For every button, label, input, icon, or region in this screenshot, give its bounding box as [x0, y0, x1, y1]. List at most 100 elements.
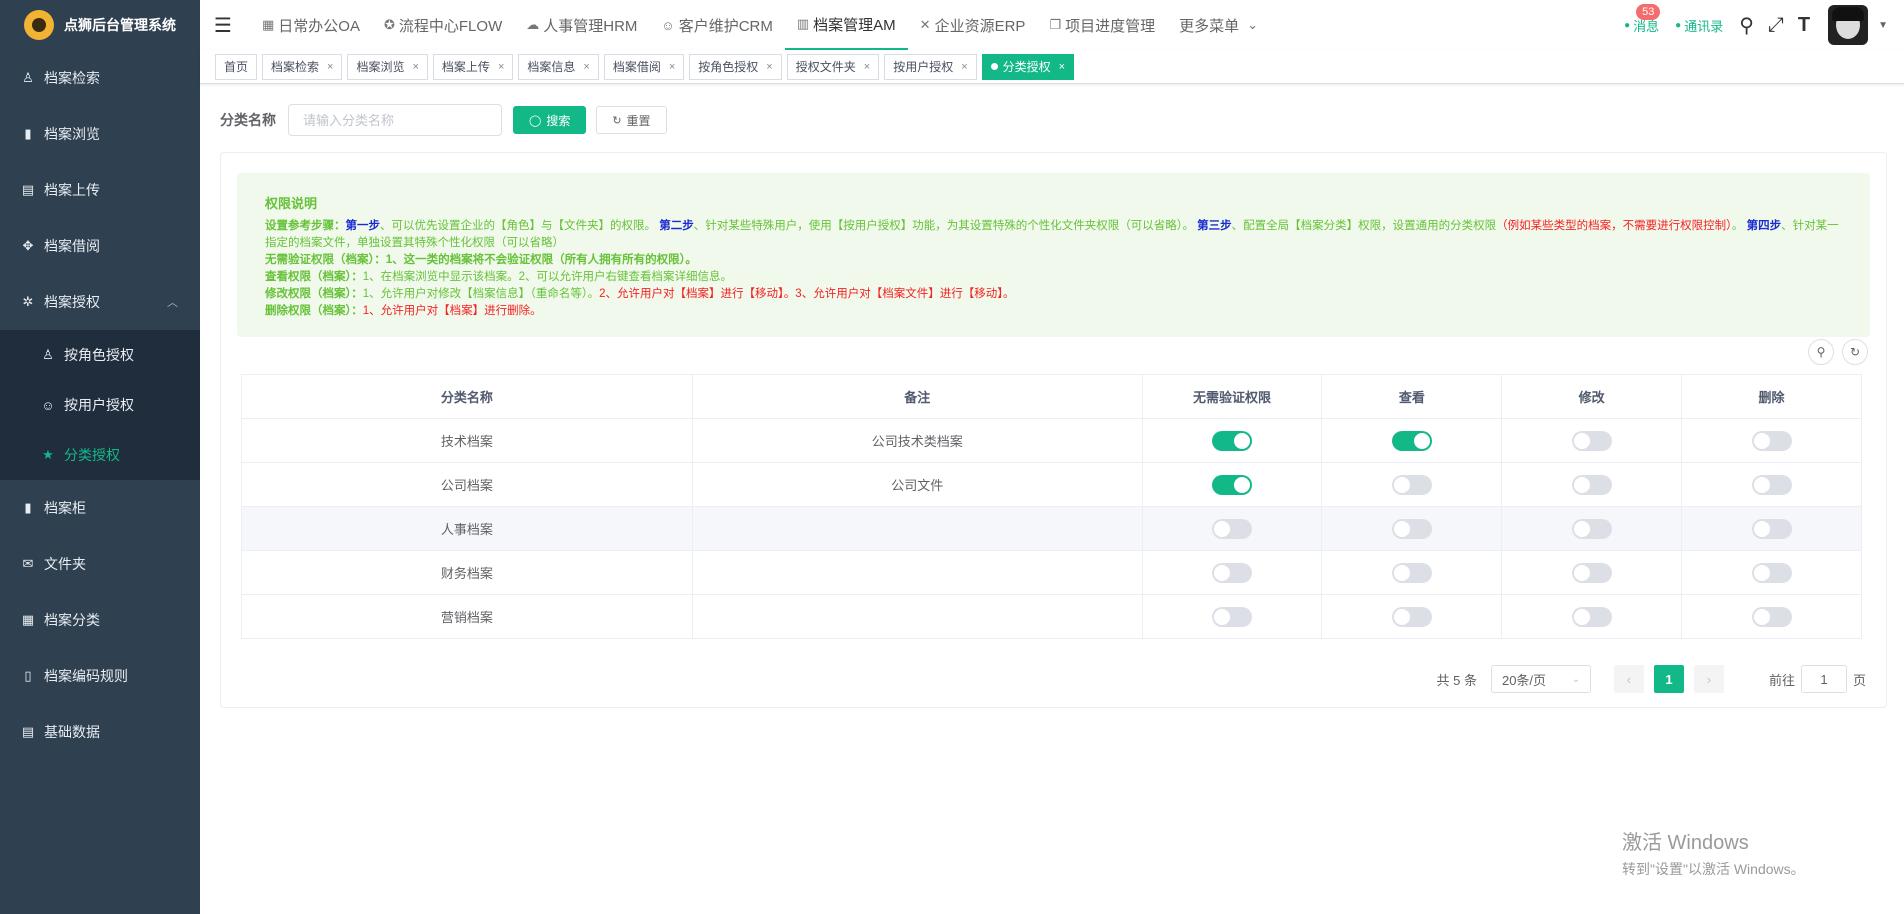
close-icon[interactable]: × [1059, 61, 1065, 73]
reset-button[interactable]: ↻ 重置 [596, 106, 667, 134]
delete-switch[interactable] [1751, 474, 1792, 495]
sidebar-item[interactable]: ✲ 档案授权 ︿ [0, 274, 200, 330]
tag-item[interactable]: 档案借阅 × [603, 53, 685, 80]
category-name-cell: 公司档案 [241, 462, 693, 507]
view-switch[interactable] [1391, 518, 1432, 539]
goto-page-input[interactable] [1800, 665, 1847, 693]
top-nav-item[interactable]: ▥ 档案管理AM [784, 0, 908, 50]
top-nav-item[interactable]: ✕ 企业资源ERP [908, 0, 1038, 50]
search-icon[interactable]: ⚲ [1739, 13, 1754, 38]
category-name-input[interactable] [288, 104, 502, 136]
switch-cell [1141, 418, 1323, 463]
messages-link[interactable]: ● 消息 53 [1624, 3, 1661, 35]
tag-item[interactable]: 分类授权 × [981, 53, 1075, 80]
contacts-link[interactable]: ● 通讯录 [1675, 16, 1723, 35]
no-auth-switch[interactable] [1211, 606, 1252, 627]
edit-switch[interactable] [1571, 474, 1612, 495]
close-icon[interactable]: × [412, 61, 418, 73]
tag-item[interactable]: 按用户授权 × [884, 53, 977, 80]
page-size-select[interactable]: 20条/页 ⌄ [1490, 665, 1591, 693]
delete-switch[interactable] [1751, 430, 1792, 451]
sidebar-item[interactable]: ▮ 档案浏览 [0, 106, 200, 162]
tag-item[interactable]: 按角色授权 × [689, 53, 782, 80]
hamburger-toggle-icon[interactable]: ☰ [214, 13, 240, 38]
view-switch[interactable] [1391, 562, 1432, 583]
edit-switch[interactable] [1571, 606, 1612, 627]
prev-page-button[interactable]: ‹ [1613, 665, 1644, 693]
sidebar: 点狮后台管理系统 ♙ 档案检索 ▮ 档案浏览 ▤ 档案上传 ✥ 档案借阅 ✲ 档案授权 ︿ ♙ 按角色授… [0, 0, 200, 914]
top-nav-label: 企业资源ERP [934, 17, 1026, 35]
next-page-button[interactable]: › [1693, 665, 1724, 693]
category-name-cell: 技术档案 [241, 418, 693, 463]
chevron-down-icon: ⌄ [1247, 17, 1259, 32]
top-nav-item[interactable]: ✪ 流程中心FLOW [372, 0, 514, 50]
sidebar-item[interactable]: ♙ 档案检索 [0, 50, 200, 106]
sidebar-item-label: 档案授权 [44, 294, 100, 310]
page-number-current[interactable]: 1 [1653, 665, 1684, 693]
search-icon: ◯ [529, 114, 542, 127]
tag-item[interactable]: 档案检索 × [262, 53, 343, 80]
no-auth-switch[interactable] [1211, 562, 1252, 583]
no-auth-switch[interactable] [1211, 518, 1252, 539]
top-nav-item[interactable]: 更多菜单 ⌄ [1167, 0, 1274, 50]
close-icon[interactable]: × [498, 61, 504, 73]
sidebar-subitem[interactable]: ★ 分类授权 [0, 430, 200, 480]
no-auth-switch[interactable] [1211, 430, 1252, 451]
tag-item[interactable]: 授权文件夹 × [786, 53, 880, 80]
sidebar-item[interactable]: ✉ 文件夹 [0, 536, 200, 592]
top-nav-item[interactable]: ❐ 项目进度管理 [1037, 0, 1167, 50]
tag-label: 档案信息 [527, 60, 576, 74]
tag-item[interactable]: 档案浏览 × [347, 53, 428, 80]
move-icon: ✥ [22, 238, 34, 253]
table-body: 技术档案 公司技术类档案 公司档案 公司文件 人事档案 财务档案 营销档案 [241, 418, 1862, 639]
edit-switch[interactable] [1571, 562, 1612, 583]
sidebar-item[interactable]: ▯ 档案编码规则 [0, 648, 200, 704]
top-nav-item[interactable]: ☁ 人事管理HRM [514, 0, 649, 50]
no-auth-switch[interactable] [1211, 474, 1252, 495]
top-nav-item[interactable]: ☺ 客户维护CRM [649, 0, 784, 50]
top-nav-item[interactable]: ▦ 日常办公OA [250, 0, 372, 50]
edit-switch[interactable] [1571, 518, 1612, 539]
sidebar-subitem[interactable]: ☺ 按用户授权 [0, 380, 200, 430]
close-icon[interactable]: × [766, 61, 772, 73]
person-icon: ♙ [22, 70, 34, 85]
tag-item[interactable]: 首页 [215, 53, 258, 80]
view-switch[interactable] [1391, 474, 1432, 495]
sidebar-item[interactable]: ▤ 基础数据 [0, 704, 200, 760]
close-icon[interactable]: × [669, 61, 675, 73]
refresh-icon[interactable]: ↻ [1842, 339, 1868, 365]
notice-delete-head: 删除权限（档案）： [265, 305, 363, 317]
app-logo[interactable]: 点狮后台管理系统 [0, 0, 200, 50]
notice-title: 权限说明 [265, 196, 318, 211]
search-button[interactable]: ◯ 搜索 [513, 106, 587, 134]
category-name-cell: 营销档案 [241, 594, 693, 639]
close-icon[interactable]: × [583, 61, 589, 73]
sidebar-item[interactable]: ▦ 档案分类 [0, 592, 200, 648]
font-size-icon[interactable]: T [1798, 14, 1810, 37]
contacts-label: 通讯录 [1684, 18, 1724, 34]
close-icon[interactable]: × [961, 61, 967, 73]
tag-item[interactable]: 档案上传 × [432, 53, 514, 80]
delete-switch[interactable] [1751, 562, 1792, 583]
close-icon[interactable]: × [327, 61, 333, 73]
delete-switch[interactable] [1751, 518, 1792, 539]
fullscreen-icon[interactable]: ⤢ [1768, 14, 1784, 37]
tag-item[interactable]: 档案信息 × [518, 53, 599, 80]
toggle-search-icon[interactable]: ⚲ [1808, 339, 1834, 365]
sidebar-item-label: 档案上传 [44, 182, 100, 198]
view-switch[interactable] [1391, 606, 1432, 627]
delete-switch[interactable] [1751, 606, 1792, 627]
edit-switch[interactable] [1571, 430, 1612, 451]
sidebar-item-label: 文件夹 [44, 556, 86, 572]
close-icon[interactable]: × [864, 61, 870, 73]
switch-cell [1141, 594, 1323, 639]
sidebar-item[interactable]: ▮ 档案柜 [0, 480, 200, 536]
table-header-row: 分类名称 备注 无需验证权限 查看 修改 删除 [241, 374, 1862, 419]
sidebar-subitem[interactable]: ♙ 按角色授权 [0, 330, 200, 380]
sidebar-item[interactable]: ▤ 档案上传 [0, 162, 200, 218]
lion-logo-icon [24, 10, 54, 40]
view-switch[interactable] [1391, 430, 1432, 451]
avatar[interactable] [1828, 5, 1869, 45]
sidebar-item[interactable]: ✥ 档案借阅 [0, 218, 200, 274]
chevron-down-icon[interactable]: ▼ [1878, 20, 1888, 31]
